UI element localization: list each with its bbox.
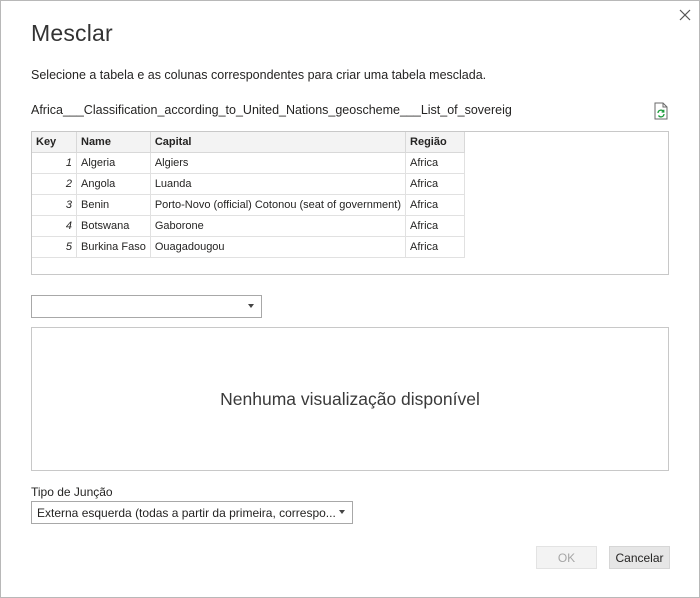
empty-preview-message: Nenhuma visualização disponível	[220, 388, 480, 409]
table-row: 1 Algeria Algiers Africa	[32, 152, 466, 174]
table-cell: 5	[32, 236, 77, 258]
table-cell: Angola	[76, 173, 151, 195]
preview-grid: Key Name Capital Região 1 Algeria Algier…	[32, 132, 466, 258]
second-table-select[interactable]	[31, 295, 262, 318]
close-icon	[679, 9, 691, 21]
table-cell: Ouagadougou	[150, 236, 407, 258]
column-header[interactable]: Key	[32, 132, 77, 153]
table-cell: Burkina Faso	[76, 236, 151, 258]
join-kind-select[interactable]: Externa esquerda (todas a partir da prim…	[31, 501, 353, 524]
ok-button[interactable]: OK	[536, 546, 597, 569]
table-row: 2 Angola Luanda Africa	[32, 173, 466, 195]
table-cell: Porto-Novo (official) Cotonou (seat of g…	[150, 194, 407, 216]
cancel-button[interactable]: Cancelar	[609, 546, 670, 569]
table-row: 3 Benin Porto-Novo (official) Cotonou (s…	[32, 194, 466, 216]
table-cell: Benin	[76, 194, 151, 216]
table-cell: Africa	[405, 215, 466, 237]
dialog-title: Mesclar	[31, 20, 113, 46]
table-row: 4 Botswana Gaborone Africa	[32, 215, 466, 237]
table-cell: Algeria	[76, 152, 151, 174]
table-cell: 1	[32, 152, 77, 174]
column-header[interactable]: Capital	[150, 132, 407, 153]
instruction-text: Selecione a tabela e as colunas correspo…	[31, 68, 487, 82]
first-table-preview: Key Name Capital Região 1 Algeria Algier…	[31, 131, 669, 275]
join-kind-value: Externa esquerda (todas a partir da prim…	[37, 506, 336, 520]
chevron-down-icon	[248, 304, 254, 308]
table-row: 5 Burkina Faso Ouagadougou Africa	[32, 236, 466, 258]
table-cell: Africa	[405, 236, 466, 258]
table-cell: Luanda	[150, 173, 407, 195]
table-cell: Africa	[405, 194, 466, 216]
table-cell: 3	[32, 194, 77, 216]
column-header[interactable]: Name	[76, 132, 151, 153]
table-cell: Africa	[405, 173, 466, 195]
table-cell: 4	[32, 215, 77, 237]
column-header[interactable]: Região	[405, 132, 466, 153]
header-row: Key Name Capital Região	[32, 132, 466, 153]
second-table-preview: Nenhuma visualização disponível	[31, 327, 669, 471]
refresh-icon[interactable]	[653, 102, 669, 120]
chevron-down-icon	[339, 510, 345, 514]
table-cell: Gaborone	[150, 215, 407, 237]
join-kind-label: Tipo de Junção	[31, 485, 113, 499]
first-table-name: Africa___Classification_according_to_Uni…	[31, 103, 512, 117]
merge-dialog: Mesclar Selecione a tabela e as colunas …	[0, 0, 700, 598]
table-cell: Africa	[405, 152, 466, 174]
table-cell: 2	[32, 173, 77, 195]
close-button[interactable]	[674, 4, 696, 26]
table-cell: Botswana	[76, 215, 151, 237]
table-cell: Algiers	[150, 152, 407, 174]
